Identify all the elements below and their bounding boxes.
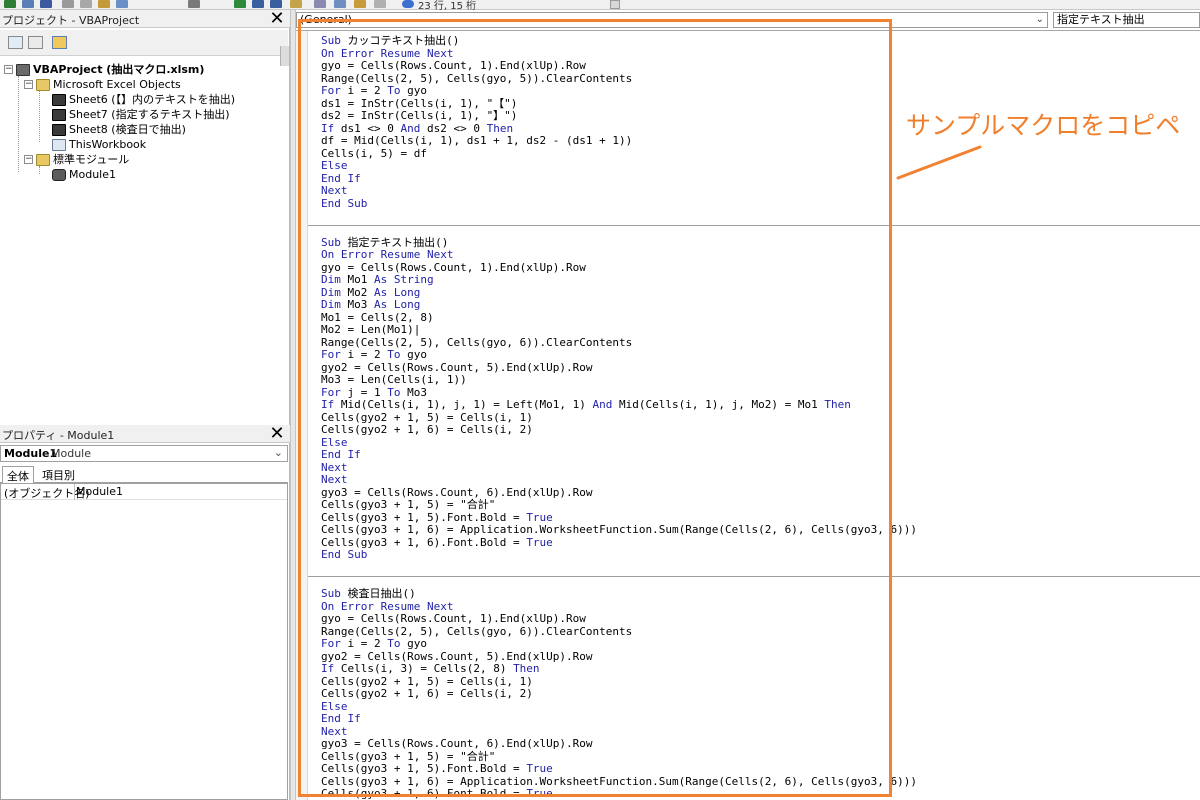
project-explorer-toolbar	[0, 30, 288, 56]
properties-window: プロパティ - Module1 ✕ Module1 Module ⌄ 全体 項目…	[0, 425, 290, 800]
view-object-icon[interactable]	[28, 36, 43, 49]
find-icon[interactable]	[116, 0, 128, 8]
break-icon[interactable]	[252, 0, 264, 8]
tree-node-modules-folder[interactable]: − 標準モジュール	[24, 152, 129, 167]
object-browser-icon[interactable]	[354, 0, 366, 8]
worksheet-icon	[52, 108, 66, 121]
collapse-icon[interactable]: −	[24, 155, 33, 164]
divider	[74, 484, 75, 500]
module-icon	[52, 168, 66, 181]
toggle-folders-icon[interactable]	[52, 36, 67, 49]
toolbox-icon[interactable]	[374, 0, 386, 8]
project-explorer-titlebar: プロジェクト - VBAProject ✕	[0, 10, 290, 28]
save-icon[interactable]	[40, 0, 52, 8]
properties-title: プロパティ - Module1	[2, 429, 115, 442]
design-mode-icon[interactable]	[290, 0, 302, 8]
properties-grid: (オブジェクト名) Module1	[0, 483, 288, 800]
help-icon[interactable]	[402, 0, 414, 8]
tree-node-sheet[interactable]: Sheet8 (検査日で抽出)	[52, 122, 186, 137]
run-icon[interactable]	[234, 0, 246, 8]
tree-node-label: Module1	[69, 168, 116, 181]
tree-node-label: Sheet7 (指定するテキスト抽出)	[69, 108, 230, 121]
tree-node-label: Sheet8 (検査日で抽出)	[69, 123, 186, 136]
project-explorer-title: プロジェクト - VBAProject	[2, 14, 140, 27]
project-explorer-icon[interactable]	[314, 0, 326, 8]
close-icon[interactable]: ✕	[268, 10, 286, 28]
tree-node-label: VBAProject (抽出マクロ.xlsm)	[33, 63, 205, 76]
copy-icon[interactable]	[80, 0, 92, 8]
tree-node-label: Sheet6 (【】内のテキストを抽出)	[69, 93, 236, 106]
reset-icon[interactable]	[270, 0, 282, 8]
object-name: Module1	[4, 447, 58, 460]
object-selector[interactable]: Module1 Module ⌄	[0, 445, 288, 462]
object-type: Module	[51, 447, 91, 460]
workbook-icon	[52, 138, 66, 151]
tree-node-workbook[interactable]: ThisWorkbook	[52, 137, 146, 152]
project-explorer: プロジェクト - VBAProject ✕ − VBAProject (抽出マク…	[0, 10, 290, 425]
excel-view-icon[interactable]	[4, 0, 16, 8]
property-row[interactable]: (オブジェクト名) Module1	[1, 484, 287, 500]
properties-tabs: 全体 項目別	[0, 465, 288, 483]
worksheet-icon	[52, 93, 66, 106]
close-icon[interactable]: ✕	[268, 425, 286, 443]
tree-node-label: 標準モジュール	[53, 153, 130, 166]
worksheet-icon	[52, 123, 66, 136]
paste-icon[interactable]	[98, 0, 110, 8]
annotation-pointer	[896, 145, 982, 180]
properties-titlebar: プロパティ - Module1 ✕	[0, 425, 290, 443]
undo-icon[interactable]	[188, 0, 200, 8]
view-code-icon[interactable]	[8, 36, 23, 49]
highlight-box	[298, 19, 892, 797]
annotation-text: サンプルマクロをコピペ	[906, 111, 1181, 140]
tree-node-excel-objects[interactable]: − Microsoft Excel Objects	[24, 77, 181, 92]
tree-node-sheet[interactable]: Sheet7 (指定するテキスト抽出)	[52, 107, 230, 122]
collapse-icon[interactable]: −	[24, 80, 33, 89]
insert-icon[interactable]	[22, 0, 34, 8]
toolbar-options-dropdown[interactable]	[610, 0, 620, 9]
procedure-combo-value: 指定テキスト抽出	[1057, 13, 1145, 26]
tab-alphabetic[interactable]: 全体	[2, 466, 34, 483]
procedure-combo[interactable]: 指定テキスト抽出	[1053, 12, 1200, 28]
folder-icon	[36, 153, 50, 166]
property-value[interactable]: Module1	[76, 485, 123, 498]
project-icon	[16, 63, 30, 76]
chevron-down-icon[interactable]: ⌄	[274, 446, 283, 459]
toolbar: 23 行, 15 桁	[0, 0, 1200, 12]
tree-node-label: ThisWorkbook	[69, 138, 147, 151]
tree-node-sheet[interactable]: Sheet6 (【】内のテキストを抽出)	[52, 92, 235, 107]
tree-node-project[interactable]: − VBAProject (抽出マクロ.xlsm)	[4, 62, 204, 77]
chevron-down-icon[interactable]: ⌄	[1036, 13, 1044, 27]
tree-node-label: Microsoft Excel Objects	[53, 78, 181, 91]
tree-node-module[interactable]: Module1	[52, 167, 116, 182]
cut-icon[interactable]	[62, 0, 74, 8]
properties-icon[interactable]	[334, 0, 346, 8]
collapse-icon[interactable]: −	[4, 65, 13, 74]
tab-categorized[interactable]: 項目別	[38, 466, 79, 483]
folder-icon	[36, 78, 50, 91]
scrollbar[interactable]	[280, 46, 289, 66]
